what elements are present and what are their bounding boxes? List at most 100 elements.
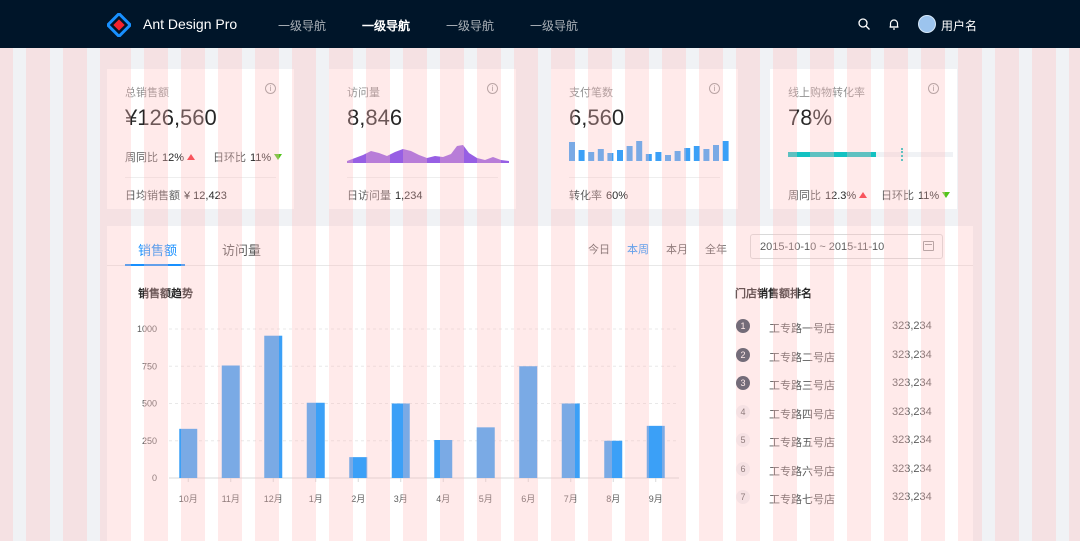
store-sales: 323,234	[892, 434, 932, 446]
mini-bar	[703, 149, 710, 161]
rank-row[interactable]: 3 工专路三号店 323,234	[735, 375, 935, 393]
mini-bar	[655, 152, 662, 161]
arrow-up-icon	[187, 154, 196, 160]
progress-target-marker	[901, 148, 903, 161]
divider	[347, 177, 498, 178]
bar[interactable]	[646, 425, 665, 478]
rank-row[interactable]: 7 工专路七号店 323,234	[735, 489, 935, 507]
store-name: 工专路六号店	[769, 466, 835, 478]
bar[interactable]	[391, 403, 410, 479]
sales-trend-bar-chart: 0 250 500 750 1000 10月 11月 12月 1月 2月 3月 4月 5月 6月 7月 8月 9…	[137, 324, 679, 504]
range-year[interactable]: 全年	[705, 241, 727, 257]
mini-bar	[645, 154, 652, 161]
arrow-up-icon	[859, 192, 868, 198]
payments-mini-bar-chart	[569, 141, 729, 161]
x-tick-label: 1月	[309, 494, 323, 504]
rank-row[interactable]: 4 工专路四号店 323,234	[735, 404, 935, 422]
store-name: 工专路一号店	[769, 323, 835, 335]
mini-bar	[578, 150, 585, 161]
mini-bar	[626, 146, 633, 161]
mini-bar	[607, 153, 614, 161]
bar[interactable]	[221, 365, 240, 478]
nav-item-2[interactable]: 一级导航	[362, 17, 410, 34]
trend-value: 11%	[250, 152, 272, 164]
brand-title[interactable]: Ant Design Pro	[143, 16, 237, 32]
x-tick-label: 12月	[264, 494, 283, 504]
visits-card: 访问量 i 8,846 日访问量 1,234	[329, 69, 516, 209]
store-sales: 323,234	[892, 491, 932, 503]
rank-row[interactable]: 2 工专路二号店 323,234	[735, 347, 935, 365]
trend-value: 12.3%	[825, 190, 857, 202]
mini-bar	[674, 151, 681, 161]
bell-icon[interactable]	[887, 17, 901, 31]
card-title: 总销售额	[125, 87, 169, 99]
sales-panel: 销售额 访问量 今日 本周 本月 全年 2015-10-10 ~ 2015-11…	[107, 226, 973, 541]
bar[interactable]	[179, 428, 198, 478]
rank-number: 1	[736, 319, 750, 333]
bar[interactable]	[306, 402, 325, 478]
info-icon[interactable]: i	[487, 83, 498, 94]
info-icon[interactable]: i	[709, 83, 720, 94]
ant-design-logo-icon[interactable]	[107, 13, 131, 37]
card-title: 访问量	[347, 87, 380, 99]
info-icon[interactable]: i	[265, 83, 276, 94]
footer-value: 60%	[606, 190, 629, 202]
bar[interactable]	[476, 427, 495, 478]
x-tick-label: 3月	[394, 494, 408, 504]
date-range-picker[interactable]: 2015-10-10 ~ 2015-11-10	[750, 234, 943, 259]
y-tick-label: 500	[142, 399, 157, 409]
y-tick-label: 0	[152, 473, 157, 483]
mini-bar	[693, 146, 700, 161]
footer-value: 1,234	[395, 190, 423, 202]
mini-bar	[636, 141, 643, 161]
mini-bar	[684, 148, 691, 161]
info-icon[interactable]: i	[928, 83, 939, 94]
mini-bar	[722, 141, 729, 161]
nav-item-4[interactable]: 一级导航	[530, 17, 578, 34]
x-tick-label: 2月	[351, 494, 365, 504]
arrow-down-icon	[942, 192, 951, 198]
trend-label: 周同比	[788, 190, 821, 202]
store-sales: 323,234	[892, 320, 932, 332]
top-header: Ant Design Pro 一级导航 一级导航 一级导航 一级导航 用户名	[0, 0, 1080, 48]
card-value: 78%	[788, 105, 833, 130]
ranking-title: 门店销售额排名	[735, 288, 812, 300]
bar[interactable]	[561, 403, 580, 479]
total-sales-card: 总销售额 i ¥126,560 周同比 12% 日环比 11% 日均销售额 ¥ 12,…	[107, 69, 294, 209]
rank-number: 2	[736, 348, 750, 362]
trend-label: 周同比	[125, 152, 158, 164]
x-tick-label: 6月	[521, 494, 535, 504]
mini-bar	[713, 145, 719, 161]
bar[interactable]	[519, 366, 538, 478]
trend-value: 11%	[918, 190, 940, 202]
avatar[interactable]	[918, 15, 936, 33]
card-footer: 日均销售额 ¥ 12,423	[125, 187, 227, 203]
nav-item-1[interactable]: 一级导航	[278, 17, 326, 34]
rank-row[interactable]: 1 工专路一号店 323,234	[735, 318, 935, 336]
nav-item-3[interactable]: 一级导航	[446, 17, 494, 34]
bar[interactable]	[349, 457, 368, 478]
conversion-card: 线上购物转化率 i 78% 周同比 12.3% 日环比 11%	[770, 69, 957, 209]
footer-value: ¥ 12,423	[184, 190, 227, 202]
rank-row[interactable]: 5 工专路五号店 323,234	[735, 432, 935, 450]
rank-number: 3	[736, 376, 750, 390]
bar[interactable]	[264, 335, 283, 478]
card-value: 6,560	[569, 105, 625, 130]
rank-row[interactable]: 6 工专路六号店 323,234	[735, 461, 935, 479]
bar[interactable]	[434, 440, 453, 478]
card-value: ¥126,560	[125, 105, 217, 130]
footer-label: 日均销售额	[125, 190, 180, 202]
username[interactable]: 用户名	[941, 17, 977, 34]
calendar-icon[interactable]	[923, 241, 934, 251]
mini-bar	[665, 155, 671, 161]
card-title: 线上购物转化率	[788, 87, 865, 99]
search-icon[interactable]	[857, 17, 871, 31]
x-tick-label: 10月	[179, 494, 198, 504]
card-footer: 日访问量 1,234	[347, 187, 423, 203]
store-name: 工专路五号店	[769, 437, 835, 449]
bar[interactable]	[604, 440, 623, 478]
progress-track	[788, 152, 953, 157]
date-range-value: 2015-10-10 ~ 2015-11-10	[760, 241, 885, 253]
card-footer: 转化率 60%	[569, 187, 628, 203]
rank-number: 5	[736, 433, 750, 447]
